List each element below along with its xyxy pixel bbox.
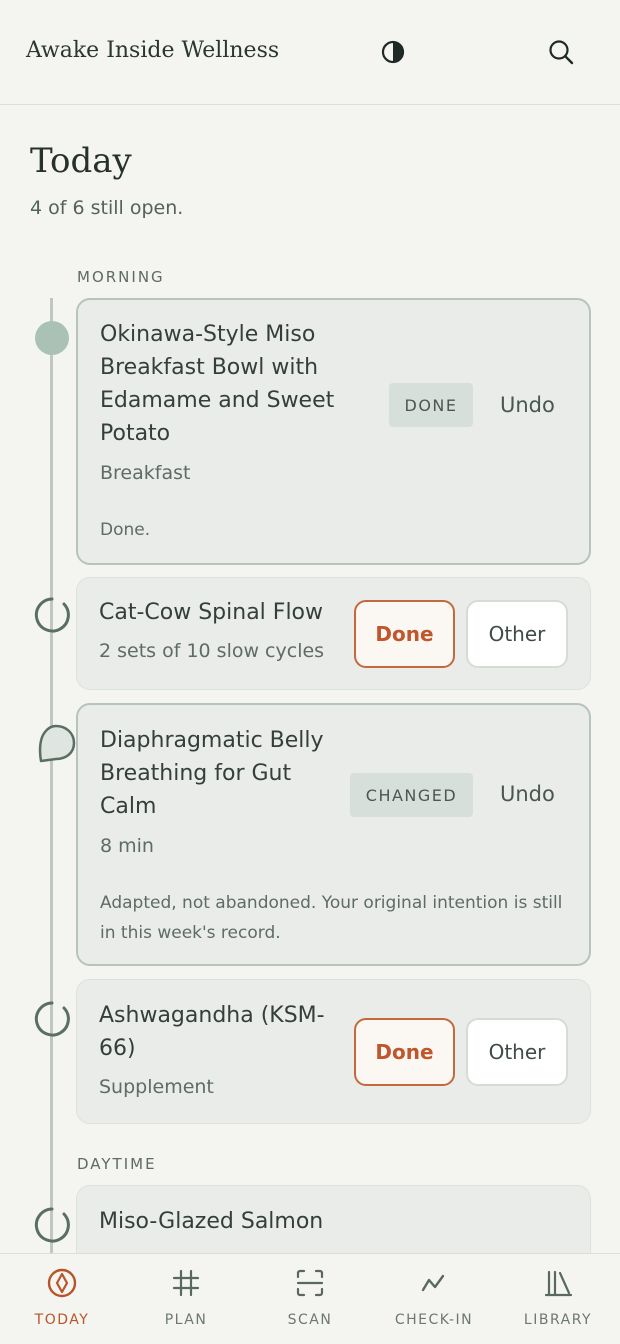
- other-button[interactable]: Other: [466, 600, 568, 668]
- task-card: Diaphragmatic Belly Breathing for Gut Ca…: [76, 703, 591, 966]
- tab-label: TODAY: [34, 1312, 90, 1328]
- task-title: Miso-Glazed Salmon: [99, 1209, 324, 1234]
- task-title: Ashwagandha (KSM-66): [99, 1003, 325, 1061]
- task-meta: Breakfast: [100, 462, 191, 484]
- task-card: Cat-Cow Spinal Flow 2 sets of 10 slow cy…: [76, 577, 591, 690]
- tab-label: SCAN: [287, 1312, 333, 1328]
- task-note: Adapted, not abandoned. Your original in…: [100, 893, 563, 943]
- timeline-node-changed: [36, 724, 76, 768]
- app-header: Awake Inside Wellness: [0, 0, 620, 105]
- task-note: Done.: [100, 520, 151, 540]
- task-title: Cat-Cow Spinal Flow: [99, 600, 324, 625]
- task-card: Ashwagandha (KSM-66) Supplement Done Oth…: [76, 979, 591, 1124]
- tab-scan[interactable]: SCAN: [248, 1254, 372, 1344]
- search-icon[interactable]: [545, 36, 577, 68]
- tab-label: PLAN: [164, 1312, 208, 1328]
- task-card: Okinawa-Style Miso Breakfast Bowl with E…: [76, 298, 591, 565]
- tab-label: CHECK-IN: [394, 1312, 474, 1328]
- page-title: Today: [30, 141, 132, 181]
- status-badge: DONE: [389, 383, 473, 427]
- status-badge: CHANGED: [350, 773, 473, 817]
- compass-icon: [47, 1268, 77, 1298]
- section-label-morning: MORNING: [77, 268, 165, 286]
- app-title: Awake Inside Wellness: [26, 38, 280, 63]
- wave-icon: [419, 1268, 449, 1298]
- undo-button[interactable]: Undo: [500, 393, 555, 417]
- contrast-icon[interactable]: [377, 36, 409, 68]
- tab-plan[interactable]: PLAN: [124, 1254, 248, 1344]
- section-label-daytime: DAYTIME: [77, 1155, 157, 1173]
- task-title: Okinawa-Style Miso Breakfast Bowl with E…: [100, 322, 335, 446]
- tab-library[interactable]: LIBRARY: [496, 1254, 620, 1344]
- undo-button[interactable]: Undo: [500, 782, 555, 806]
- scan-icon: [295, 1268, 325, 1298]
- task-title: Diaphragmatic Belly Breathing for Gut Ca…: [100, 728, 324, 819]
- tab-today[interactable]: TODAY: [0, 1254, 124, 1344]
- task-meta: Supplement: [99, 1076, 214, 1098]
- tab-check-in[interactable]: CHECK-IN: [372, 1254, 496, 1344]
- timeline-node-open: [34, 1001, 70, 1041]
- timeline-line: [50, 298, 53, 1253]
- grid-icon: [171, 1268, 201, 1298]
- timeline-node-open: [34, 597, 70, 637]
- tab-label: LIBRARY: [523, 1312, 593, 1328]
- task-meta: 2 sets of 10 slow cycles: [99, 640, 325, 662]
- page-subtitle: 4 of 6 still open.: [30, 197, 184, 219]
- bottom-tab-bar: TODAY PLAN SCAN CHECK-IN LIBRARY: [0, 1253, 620, 1344]
- done-button[interactable]: Done: [354, 1018, 455, 1086]
- done-button[interactable]: Done: [354, 600, 455, 668]
- books-icon: [543, 1268, 573, 1298]
- other-button[interactable]: Other: [466, 1018, 568, 1086]
- task-meta: 8 min: [100, 835, 154, 857]
- timeline-node-done: [34, 320, 70, 360]
- timeline-node-open: [34, 1207, 70, 1247]
